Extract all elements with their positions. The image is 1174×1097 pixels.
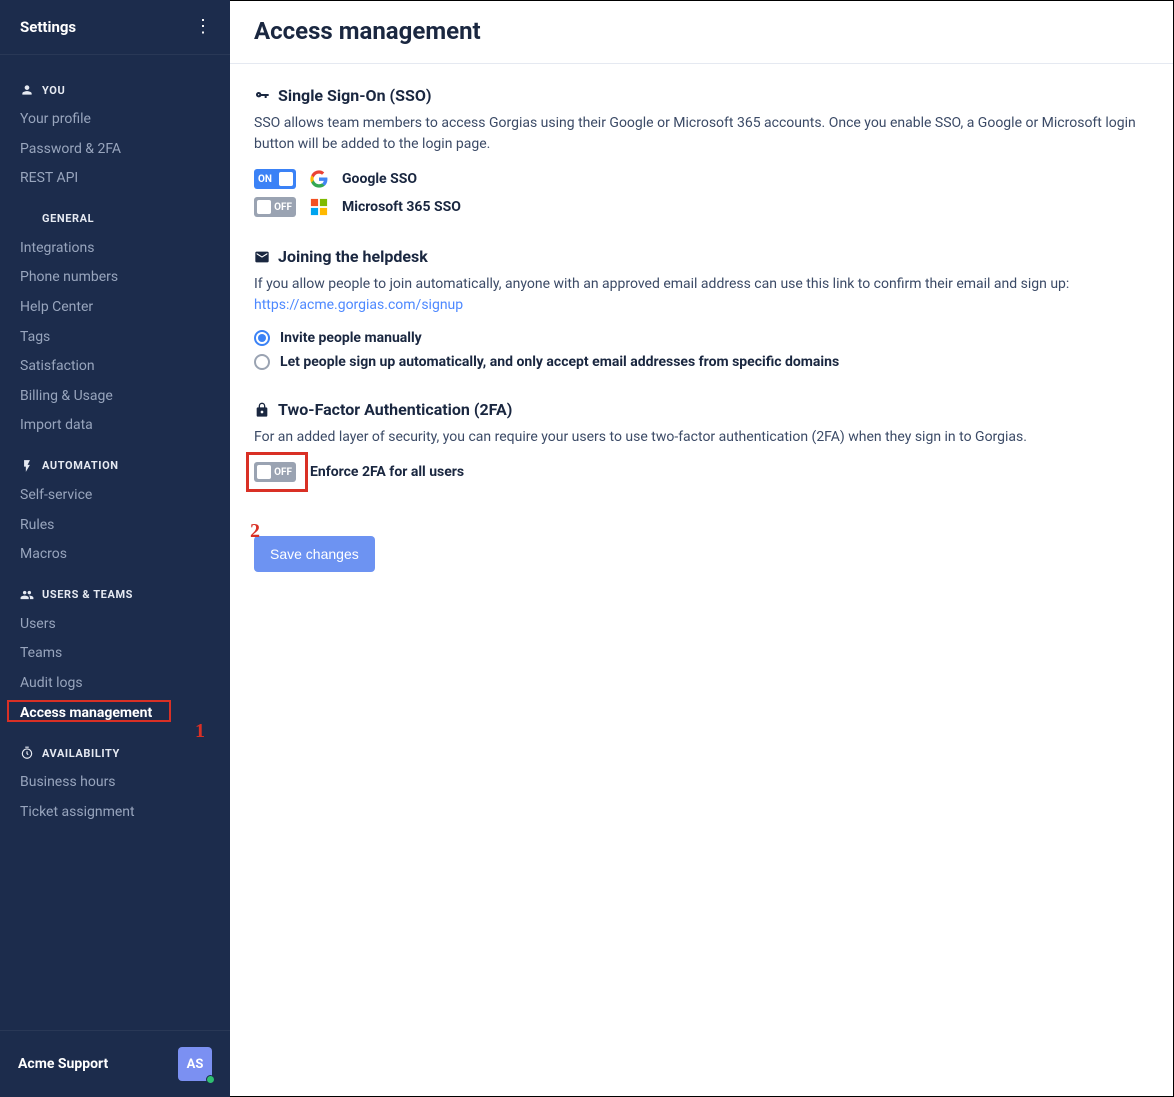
section-sso: Single Sign-On (SSO) SSO allows team mem… — [254, 86, 1149, 217]
sso-desc: SSO allows team members to access Gorgia… — [254, 113, 1149, 155]
microsoft-sso-toggle[interactable]: OFF — [254, 197, 296, 217]
joining-desc: If you allow people to join automaticall… — [254, 274, 1149, 316]
key-icon — [254, 88, 270, 104]
mail-icon — [254, 249, 270, 265]
sidebar: Settings ⋮ YOU Your profile Password & 2… — [0, 0, 230, 1097]
sidebar-header: Settings ⋮ — [0, 0, 230, 55]
nav-section-label: AVAILABILITY — [42, 747, 120, 760]
content: Single Sign-On (SSO) SSO allows team mem… — [230, 64, 1173, 594]
toggle-knob — [257, 465, 271, 479]
nav-billing-usage[interactable]: Billing & Usage — [0, 382, 230, 412]
nav-rules[interactable]: Rules — [0, 511, 230, 541]
joining-heading: Joining the helpdesk — [254, 247, 1149, 266]
radio-auto[interactable] — [254, 354, 270, 370]
nav-your-profile[interactable]: Your profile — [0, 105, 230, 135]
nav-audit-logs[interactable]: Audit logs — [0, 669, 230, 699]
joining-heading-text: Joining the helpdesk — [278, 247, 428, 266]
annotation-label-2: 2 — [250, 520, 260, 543]
nav-section-label: GENERAL — [42, 212, 94, 225]
sidebar-footer: Acme Support AS — [0, 1030, 230, 1097]
people-icon — [20, 588, 34, 602]
nav-section-label: YOU — [42, 84, 65, 97]
enforce-2fa-toggle[interactable]: OFF — [254, 462, 296, 482]
nav-help-center[interactable]: Help Center — [0, 293, 230, 323]
microsoft-sso-row: OFF Microsoft 365 SSO — [254, 197, 1149, 217]
twofa-heading: Two-Factor Authentication (2FA) — [254, 400, 1149, 419]
nav-self-service[interactable]: Self-service — [0, 481, 230, 511]
radio-manual[interactable] — [254, 330, 270, 346]
page-title: Access management — [254, 17, 1149, 45]
clock-icon — [20, 746, 34, 760]
toggle-state-text: OFF — [274, 202, 292, 213]
google-sso-row: ON Google SSO — [254, 169, 1149, 189]
nav-users[interactable]: Users — [0, 610, 230, 640]
nav-section-users-teams: USERS & TEAMS — [0, 570, 230, 610]
nav-section-general: GENERAL — [0, 194, 230, 234]
main-header: Access management — [230, 1, 1173, 64]
radio-auto-row[interactable]: Let people sign up automatically, and on… — [254, 354, 1149, 370]
sidebar-title: Settings — [20, 18, 76, 36]
save-button[interactable]: Save changes — [254, 536, 375, 572]
google-icon — [310, 170, 328, 188]
nav-password-2fa[interactable]: Password & 2FA — [0, 135, 230, 165]
sso-heading: Single Sign-On (SSO) — [254, 86, 1149, 105]
twofa-desc: For an added layer of security, you can … — [254, 427, 1149, 448]
joining-desc-text: If you allow people to join automaticall… — [254, 276, 1069, 292]
annotation-label-1: 1 — [195, 720, 205, 743]
toggle-knob — [279, 172, 293, 186]
enforce-2fa-row: OFF Enforce 2FA for all users — [254, 462, 1149, 482]
nav-integrations[interactable]: Integrations — [0, 234, 230, 264]
toggle-state-text: OFF — [274, 467, 292, 478]
sso-heading-text: Single Sign-On (SSO) — [278, 86, 431, 105]
main: Access management Single Sign-On (SSO) S… — [230, 0, 1174, 1097]
microsoft-icon — [310, 198, 328, 216]
signup-link[interactable]: https://acme.gorgias.com/signup — [254, 297, 463, 313]
google-sso-label: Google SSO — [342, 171, 417, 187]
sidebar-nav: YOU Your profile Password & 2FA REST API… — [0, 55, 230, 1030]
section-2fa: Two-Factor Authentication (2FA) For an a… — [254, 400, 1149, 482]
radio-manual-row[interactable]: Invite people manually — [254, 330, 1149, 346]
more-icon[interactable]: ⋮ — [194, 18, 212, 36]
nav-section-label: USERS & TEAMS — [42, 588, 133, 601]
nav-macros[interactable]: Macros — [0, 540, 230, 570]
toggle-knob — [257, 200, 271, 214]
org-name: Acme Support — [18, 1056, 108, 1072]
radio-manual-label: Invite people manually — [280, 330, 422, 346]
bolt-icon — [20, 459, 34, 473]
microsoft-sso-label: Microsoft 365 SSO — [342, 199, 461, 215]
status-dot-icon — [206, 1075, 215, 1084]
nav-section-automation: AUTOMATION — [0, 441, 230, 481]
nav-tags[interactable]: Tags — [0, 323, 230, 353]
nav-ticket-assignment[interactable]: Ticket assignment — [0, 798, 230, 828]
google-sso-toggle[interactable]: ON — [254, 169, 296, 189]
enforce-2fa-label: Enforce 2FA for all users — [310, 464, 464, 480]
nav-phone-numbers[interactable]: Phone numbers — [0, 263, 230, 293]
radio-auto-label: Let people sign up automatically, and on… — [280, 354, 839, 370]
avatar-initials: AS — [187, 1057, 204, 1072]
twofa-heading-text: Two-Factor Authentication (2FA) — [278, 400, 512, 419]
avatar[interactable]: AS — [178, 1047, 212, 1081]
nav-satisfaction[interactable]: Satisfaction — [0, 352, 230, 382]
toggle-state-text: ON — [258, 174, 272, 185]
nav-section-you: YOU — [0, 65, 230, 105]
nav-section-label: AUTOMATION — [42, 459, 119, 472]
nav-teams[interactable]: Teams — [0, 639, 230, 669]
nav-business-hours[interactable]: Business hours — [0, 768, 230, 798]
section-joining: Joining the helpdesk If you allow people… — [254, 247, 1149, 370]
gear-icon — [20, 212, 34, 226]
lock-icon — [254, 402, 270, 418]
person-icon — [20, 83, 34, 97]
nav-import-data[interactable]: Import data — [0, 411, 230, 441]
nav-rest-api[interactable]: REST API — [0, 164, 230, 194]
